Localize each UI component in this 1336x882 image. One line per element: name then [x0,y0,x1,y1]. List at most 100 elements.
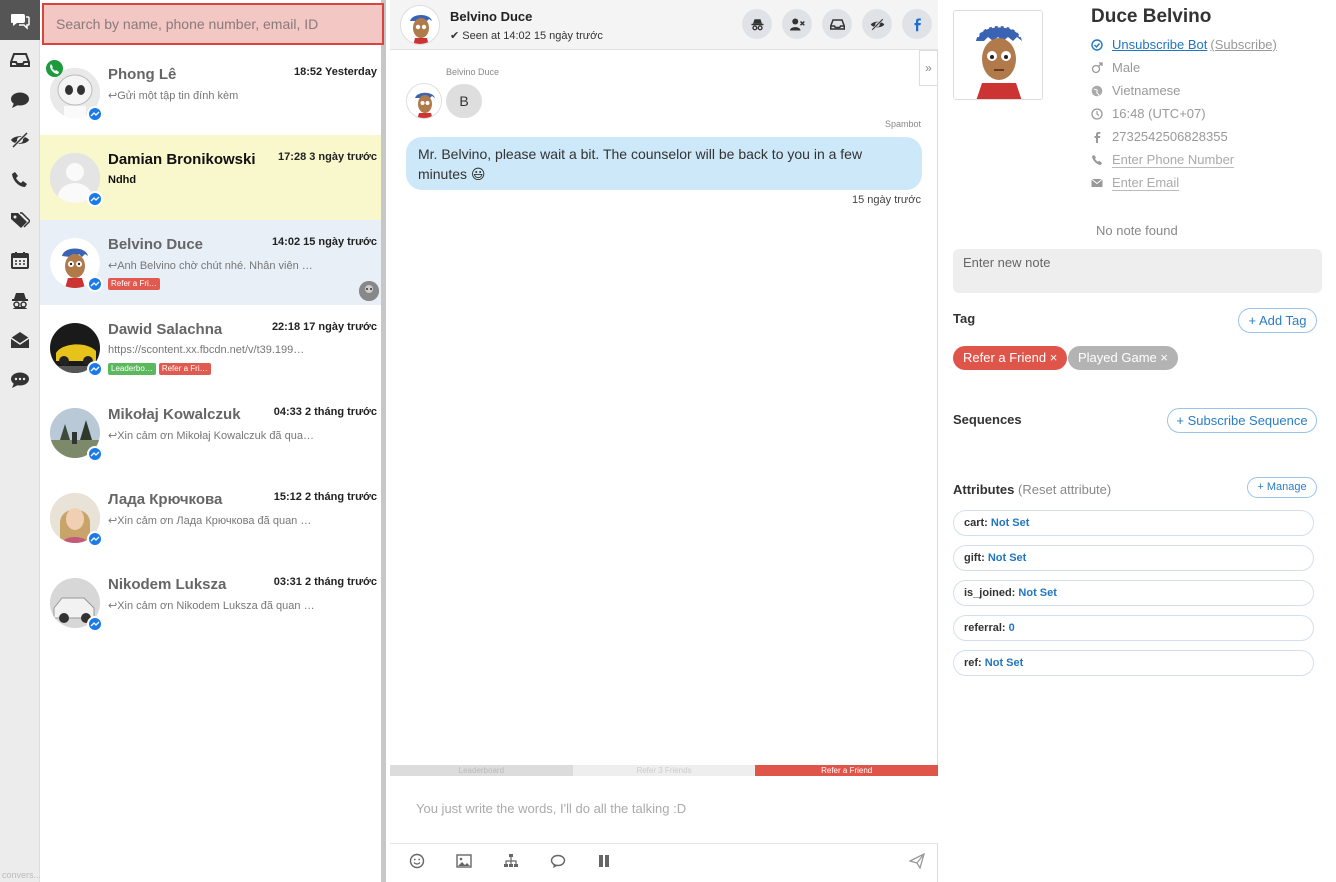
conversation-item[interactable]: Nikodem Luksza 03:31 2 tháng trước ↩Xin … [40,560,381,645]
attribute-value: Not Set [990,517,1030,529]
conversation-item[interactable]: Mikołaj Kowalczuk 04:33 2 tháng trước ↩X… [40,390,381,475]
globe-icon [1091,85,1103,96]
conversation-tags: Refer a Fri… [108,278,160,290]
subscribe-sequence-button[interactable]: + Subscribe Sequence [1167,408,1317,433]
messenger-icon [87,445,103,462]
attribute-value: Not Set [1018,587,1057,599]
local-time-text: 16:48 (UTC+07) [1112,106,1206,121]
attribute-value: Not Set [987,552,1027,564]
clock-icon [1091,107,1103,120]
chat-contact-name: Belvino Duce [450,9,533,24]
phone-icon[interactable] [0,160,40,200]
avatar [400,5,440,45]
messenger-icon [87,360,103,377]
contact-name: Phong Lê [108,66,177,83]
subscription-row: Unsubscribe Bot (Subscribe) [1091,37,1277,52]
comment-button[interactable] [550,853,568,871]
contact-name: Belvino Duce [108,236,204,253]
archive-button[interactable] [822,9,852,39]
message-preview: ↩Xin cảm ơn Nikodem Luksza đã quan … [108,599,318,612]
block-user-button[interactable] [782,9,812,39]
send-icon [908,852,926,870]
conversation-item[interactable]: Phong Lê 18:52 Yesterday ↩Gửi một tập ti… [40,50,381,135]
conversation-time: 22:18 17 ngày trước [271,321,377,333]
calendar-icon[interactable] [0,240,40,280]
add-tag-button[interactable]: + Add Tag [1238,308,1317,333]
attribute-key: cart: [964,517,988,529]
preview-text: Xin cảm ơn Mikołaj Kowalczuk đã qua… [117,430,314,442]
reply-icon: ↩ [108,90,118,102]
manage-attributes-button[interactable]: + Manage [1247,477,1317,498]
image-button[interactable] [456,853,474,871]
message-preview: ↩Xin cảm ơn Лада Крючкова đã quan … [108,514,318,527]
conversation-item[interactable]: Dawid Salachna 22:18 17 ngày trước https… [40,305,381,390]
messenger-icon [87,275,103,292]
attribute-item[interactable]: referral: 0 [953,615,1314,641]
check-circle-icon [1091,38,1103,51]
attribute-key: is_joined: [964,587,1016,599]
eye-slash-icon[interactable] [0,120,40,160]
agent-avatar [359,281,379,301]
profile-name: Duce Belvino [1091,6,1212,27]
unsubscribe-bot-link[interactable]: Unsubscribe Bot [1112,37,1207,52]
eye-slash-icon [870,17,884,31]
facebook-button[interactable] [902,9,932,39]
double-chevron-right-icon: » [925,61,932,75]
smile-icon [409,853,425,869]
spy-icon[interactable] [0,280,40,320]
send-button[interactable] [908,852,927,871]
inbox-icon [829,18,845,30]
time-row: 16:48 (UTC+07) [1091,106,1206,121]
quick-reply-refer-3-friends[interactable]: Refer 3 Friends [572,765,756,776]
phone-field[interactable]: Enter Phone Number [1112,152,1235,168]
email-field[interactable]: Enter Email [1112,175,1180,191]
flow-button[interactable] [503,853,521,871]
attribute-item[interactable]: ref: Not Set [953,650,1314,676]
messenger-icon [87,615,103,632]
seen-text: Seen at 14:02 15 ngày trước [462,30,603,42]
hide-button[interactable] [862,9,892,39]
reset-attribute-link[interactable]: (Reset attribute) [1018,482,1111,497]
image-icon [456,854,472,868]
spy-button[interactable] [742,9,772,39]
conversation-item[interactable]: Лада Крючкова 15:12 2 tháng trước ↩Xin c… [40,475,381,560]
pause-button[interactable] [596,853,614,871]
tags-icon[interactable] [0,200,40,240]
header-actions [742,9,932,39]
attribute-key: gift: [964,552,985,564]
profile-panel: Duce Belvino Unsubscribe Bot (Subscribe)… [939,0,1336,882]
comment-icon [550,854,566,868]
conversation-item[interactable]: Belvino Duce 14:02 15 ngày trước ↩Anh Be… [40,220,381,305]
conversations-icon[interactable] [0,0,40,40]
search-input[interactable] [44,5,382,43]
subscribe-link[interactable]: (Subscribe) [1210,37,1276,52]
quick-reply-leaderboard[interactable]: Leaderboard [390,765,573,776]
comment-dots-icon[interactable] [0,360,40,400]
quick-reply-refer-a-friend[interactable]: Refer a Friend [755,765,939,776]
collapse-panel-button[interactable]: » [919,50,937,86]
message-preview: Ndhd [108,174,137,186]
message-input[interactable] [390,776,938,843]
conversation-item[interactable]: Damian Bronikowski 17:28 3 ngày trước Nd… [40,135,381,220]
facebook-id-row: 2732542506828355 [1091,129,1228,144]
preview-text: Gửi một tập tin đính kèm [117,90,239,102]
inbox-icon[interactable] [0,40,40,80]
icon-rail: convers... [0,0,41,882]
outgoing-message: Mr. Belvino, please wait a bit. The coun… [406,137,922,190]
male-icon [1091,61,1103,73]
tag-refer-a-friend[interactable]: Refer a Friend × [953,346,1068,370]
attribute-item[interactable]: cart: Not Set [953,510,1314,536]
avatar [406,83,442,119]
chat-bubble-icon[interactable] [0,80,40,120]
conversation-time: 04:33 2 tháng trước [273,406,377,418]
messenger-icon [87,530,103,547]
user-times-icon [789,18,805,30]
tag-leaderboard: Leaderbo… [108,363,156,375]
tag-played-game[interactable]: Played Game × [1068,346,1178,370]
note-input[interactable] [953,249,1322,293]
attribute-item[interactable]: is_joined: Not Set [953,580,1314,606]
attribute-item[interactable]: gift: Not Set [953,545,1314,571]
envelope-open-icon[interactable] [0,320,40,360]
emoji-button[interactable] [409,853,427,871]
reply-icon: ↩ [108,600,118,612]
